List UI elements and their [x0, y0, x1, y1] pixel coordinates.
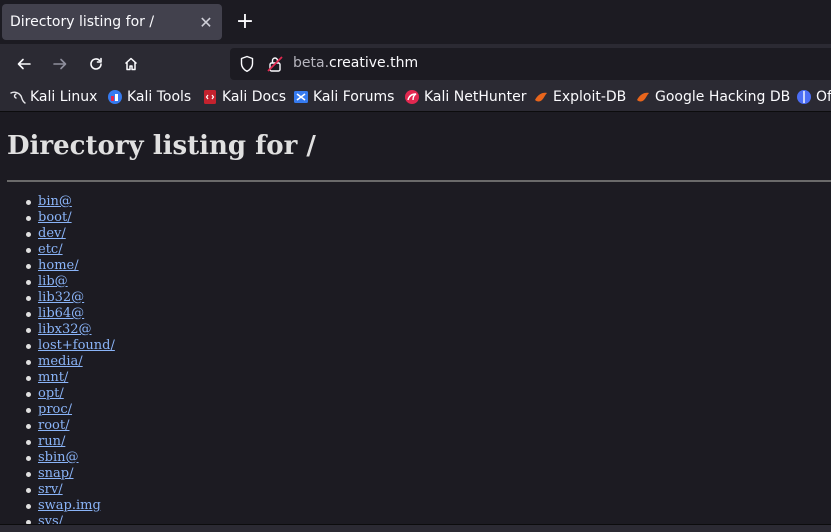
- list-item: lost+found/: [26, 338, 115, 354]
- url-text[interactable]: beta.creative.thm: [293, 55, 418, 71]
- list-item: mnt/: [26, 370, 115, 386]
- bookmark-exploit-db[interactable]: Exploit-DB: [533, 89, 626, 105]
- list-item: srv/: [26, 482, 115, 498]
- directory-list: bin@ boot/dev/etc/home/lib@ lib32@ lib64@ li…: [26, 194, 115, 524]
- arrow-right-icon: [53, 58, 67, 70]
- list-item: swap.img: [26, 498, 115, 514]
- bookmarks-toolbar: Kali Linux Kali Tools Kali Docs Kali For…: [0, 84, 831, 112]
- bookmark-label: Kali Linux: [30, 89, 98, 105]
- kali-nethunter-icon: [404, 89, 420, 105]
- exploit-db-icon: [533, 89, 549, 105]
- directory-entry-link[interactable]: run/: [38, 434, 65, 449]
- directory-entry-link[interactable]: swap.img: [38, 498, 101, 513]
- list-item: etc/: [26, 242, 115, 258]
- list-item: root/: [26, 418, 115, 434]
- directory-entry-link[interactable]: libx32@: [38, 322, 92, 337]
- list-item: lib@: [26, 274, 115, 290]
- reload-icon: [90, 57, 102, 70]
- bookmark-kali-forums[interactable]: Kali Forums: [293, 89, 394, 105]
- shield-icon[interactable]: [239, 55, 255, 73]
- list-item: libx32@: [26, 322, 115, 338]
- directory-entry-link[interactable]: lib64@: [38, 306, 84, 321]
- tab-strip: Directory listing for / ✕ +: [0, 0, 831, 44]
- directory-entry-link[interactable]: lost+found/: [38, 338, 115, 353]
- window-bottom-border: [0, 524, 831, 532]
- page-content: Directory listing for / bin@ boot/dev/etc…: [0, 113, 831, 524]
- list-item: sys/: [26, 514, 115, 524]
- close-tab-icon[interactable]: ✕: [194, 10, 218, 34]
- home-icon: [124, 57, 138, 71]
- list-item: dev/: [26, 226, 115, 242]
- bookmark-label: Kali Forums: [313, 89, 395, 105]
- list-item: home/: [26, 258, 115, 274]
- directory-entry-link[interactable]: sbin@: [38, 450, 79, 465]
- kali-dragon-icon: [10, 89, 26, 105]
- directory-entry-link[interactable]: bin@: [38, 194, 72, 209]
- bookmark-label: Of: [816, 89, 831, 105]
- bookmark-label: Kali Tools: [127, 89, 192, 105]
- bookmark-label: Google Hacking DB: [655, 89, 791, 105]
- bookmark-offsec[interactable]: Of: [796, 89, 831, 105]
- directory-entry-link[interactable]: srv/: [38, 482, 63, 497]
- divider: [7, 180, 831, 182]
- bookmark-label: Kali NetHunter: [424, 89, 527, 105]
- list-item: sbin@: [26, 450, 115, 466]
- bookmark-kali-nethunter[interactable]: Kali NetHunter: [404, 89, 526, 105]
- reload-button[interactable]: [82, 50, 110, 78]
- list-item: lib32@: [26, 290, 115, 306]
- bookmark-kali-linux[interactable]: Kali Linux: [10, 89, 97, 105]
- directory-entry-link[interactable]: lib32@: [38, 290, 84, 305]
- page-heading: Directory listing for /: [7, 131, 316, 161]
- back-button[interactable]: [10, 50, 38, 78]
- insecure-lock-icon[interactable]: [267, 55, 283, 73]
- list-item: run/: [26, 434, 115, 450]
- list-item: proc/: [26, 402, 115, 418]
- directory-entry-link[interactable]: boot/: [38, 210, 72, 225]
- list-item: snap/: [26, 466, 115, 482]
- directory-entry-link[interactable]: etc/: [38, 242, 63, 257]
- url-domain: creative.thm: [329, 55, 419, 71]
- directory-entry-link[interactable]: media/: [38, 354, 83, 369]
- list-item: lib64@: [26, 306, 115, 322]
- tab-active[interactable]: Directory listing for / ✕: [2, 4, 222, 40]
- list-item: bin@: [26, 194, 115, 210]
- bookmark-label: Kali Docs: [222, 89, 287, 105]
- list-item: media/: [26, 354, 115, 370]
- directory-entry-link[interactable]: proc/: [38, 402, 72, 417]
- address-bar[interactable]: beta.creative.thm: [230, 48, 831, 80]
- url-subdomain: beta.: [293, 55, 330, 71]
- new-tab-button[interactable]: +: [232, 8, 258, 34]
- kali-docs-icon: [202, 89, 218, 105]
- list-item: boot/: [26, 210, 115, 226]
- directory-entry-link[interactable]: root/: [38, 418, 69, 433]
- home-button[interactable]: [117, 50, 145, 78]
- kali-forums-icon: [293, 89, 309, 105]
- directory-entry-link[interactable]: lib@: [38, 274, 68, 289]
- directory-entry-link[interactable]: home/: [38, 258, 79, 273]
- ghdb-icon: [635, 89, 651, 105]
- bookmark-kali-tools[interactable]: Kali Tools: [107, 89, 191, 105]
- directory-entry-link[interactable]: snap/: [38, 466, 74, 481]
- navigation-toolbar: beta.creative.thm: [0, 44, 831, 84]
- directory-entry-link[interactable]: dev/: [38, 226, 66, 241]
- bookmark-label: Exploit-DB: [553, 89, 627, 105]
- offsec-icon: [796, 89, 812, 105]
- directory-entry-link[interactable]: sys/: [38, 514, 63, 524]
- directory-entry-link[interactable]: opt/: [38, 386, 64, 401]
- arrow-left-icon: [17, 58, 31, 70]
- bookmark-kali-docs[interactable]: Kali Docs: [202, 89, 286, 105]
- forward-button[interactable]: [46, 50, 74, 78]
- directory-entry-link[interactable]: mnt/: [38, 370, 68, 385]
- list-item: opt/: [26, 386, 115, 402]
- kali-tools-icon: [107, 89, 123, 105]
- tab-title: Directory listing for /: [10, 14, 155, 30]
- bookmark-google-hacking-db[interactable]: Google Hacking DB: [635, 89, 790, 105]
